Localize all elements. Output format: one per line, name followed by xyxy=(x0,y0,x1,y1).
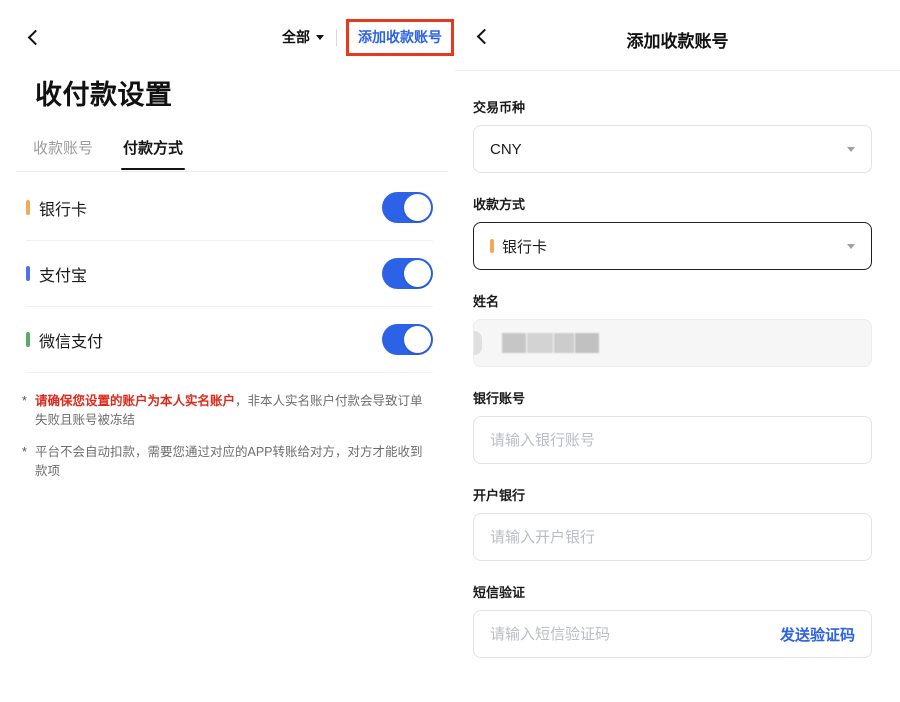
method-label: 微信支付 xyxy=(39,328,103,352)
bank-name-group: 开户银行 xyxy=(473,485,872,561)
back-icon[interactable] xyxy=(28,29,44,45)
footnotes: * 请确保您设置的账户为本人实名账户，非本人实名账户付款会导致订单失败且账号被冻… xyxy=(22,392,431,482)
redact-block xyxy=(575,333,599,353)
sms-field: 发送验证码 xyxy=(473,610,872,658)
note-no-autodebit: * 平台不会自动扣款，需要您通过对应的APP转账给对方，对方才能收到款项 xyxy=(22,443,431,482)
bank-account-label: 银行账号 xyxy=(473,388,872,407)
page-title: 收付款设置 xyxy=(35,73,455,112)
annotation-highlight-box: 添加收款账号 xyxy=(346,19,454,56)
redact-block xyxy=(554,333,574,353)
caret-down-icon xyxy=(316,35,324,40)
method-row-bankcard: 银行卡 xyxy=(26,175,433,241)
alipay-color-bar-icon xyxy=(26,266,30,281)
caret-down-icon xyxy=(847,244,855,249)
note-marker: * xyxy=(22,392,35,431)
tab-payment-methods[interactable]: 付款方式 xyxy=(123,137,183,171)
bank-account-field xyxy=(473,416,872,464)
note-marker: * xyxy=(22,443,35,482)
sms-code-input[interactable] xyxy=(490,626,780,643)
name-label: 姓名 xyxy=(473,291,872,310)
toggle-knob xyxy=(404,326,431,353)
bankcard-color-bar-icon xyxy=(490,239,494,253)
redacted-name-value xyxy=(502,333,599,353)
caret-down-icon xyxy=(847,147,855,152)
payment-settings-screen: 全部 添加收款账号 收付款设置 收款账号 付款方式 银行卡 xyxy=(0,0,455,702)
redacted-glyph xyxy=(474,331,482,355)
method-row-alipay: 支付宝 xyxy=(26,241,433,307)
filter-label: 全部 xyxy=(282,27,310,47)
currency-label: 交易币种 xyxy=(473,97,872,116)
bank-name-label: 开户银行 xyxy=(473,485,872,504)
tab-bar: 收款账号 付款方式 xyxy=(33,137,455,171)
method-select[interactable]: 银行卡 xyxy=(473,222,872,270)
bank-name-input[interactable] xyxy=(490,529,855,546)
currency-group: 交易币种 CNY xyxy=(473,97,872,173)
bank-name-field xyxy=(473,513,872,561)
method-group: 收款方式 银行卡 xyxy=(473,194,872,270)
tab-divider xyxy=(16,171,448,172)
note-text: 请确保您设置的账户为本人实名账户，非本人实名账户付款会导致订单失败且账号被冻结 xyxy=(35,392,431,431)
toggle-bankcard[interactable] xyxy=(382,192,433,223)
bankcard-color-bar-icon xyxy=(26,200,30,215)
note-text: 平台不会自动扣款，需要您通过对应的APP转账给对方，对方才能收到款项 xyxy=(35,443,431,482)
left-header-actions: 全部 添加收款账号 xyxy=(282,19,455,56)
wechatpay-color-bar-icon xyxy=(26,332,30,347)
method-label: 银行卡 xyxy=(39,196,87,220)
add-account-screen: 添加收款账号 交易币种 CNY 收款方式 银行卡 姓名 xyxy=(455,0,900,702)
bank-account-input[interactable] xyxy=(490,432,855,449)
redact-block xyxy=(502,333,526,353)
note-realname: * 请确保您设置的账户为本人实名账户，非本人实名账户付款会导致订单失败且账号被冻… xyxy=(22,392,431,431)
note-warning-bold: 请确保您设置的账户为本人实名账户 xyxy=(35,394,235,408)
toggle-alipay[interactable] xyxy=(382,258,433,289)
left-header: 全部 添加收款账号 xyxy=(0,0,455,54)
add-account-form: 交易币种 CNY 收款方式 银行卡 姓名 xyxy=(455,71,900,658)
add-account-button[interactable]: 添加收款账号 xyxy=(358,29,442,45)
toggle-wechatpay[interactable] xyxy=(382,324,433,355)
filter-dropdown[interactable]: 全部 xyxy=(282,27,324,47)
currency-value: CNY xyxy=(490,141,522,158)
toggle-knob xyxy=(404,260,431,287)
method-label: 支付宝 xyxy=(39,262,87,286)
send-code-button[interactable]: 发送验证码 xyxy=(780,624,855,645)
toggle-knob xyxy=(404,194,431,221)
method-row-wechatpay: 微信支付 xyxy=(26,307,433,373)
bank-account-group: 银行账号 xyxy=(473,388,872,464)
sms-label: 短信验证 xyxy=(473,582,872,601)
header-divider xyxy=(336,29,337,46)
redact-block xyxy=(527,333,553,353)
method-label: 收款方式 xyxy=(473,194,872,213)
method-value: 银行卡 xyxy=(502,236,547,257)
screen-title: 添加收款账号 xyxy=(455,0,900,52)
sms-group: 短信验证 发送验证码 xyxy=(473,582,872,658)
dual-screen-canvas: 全部 添加收款账号 收付款设置 收款账号 付款方式 银行卡 xyxy=(0,0,900,702)
currency-select[interactable]: CNY xyxy=(473,125,872,173)
name-field xyxy=(473,319,872,367)
right-header: 添加收款账号 xyxy=(455,0,900,71)
name-group: 姓名 xyxy=(473,291,872,367)
tab-receive-accounts[interactable]: 收款账号 xyxy=(33,137,93,171)
payment-method-list: 银行卡 支付宝 微信支付 xyxy=(26,175,433,373)
